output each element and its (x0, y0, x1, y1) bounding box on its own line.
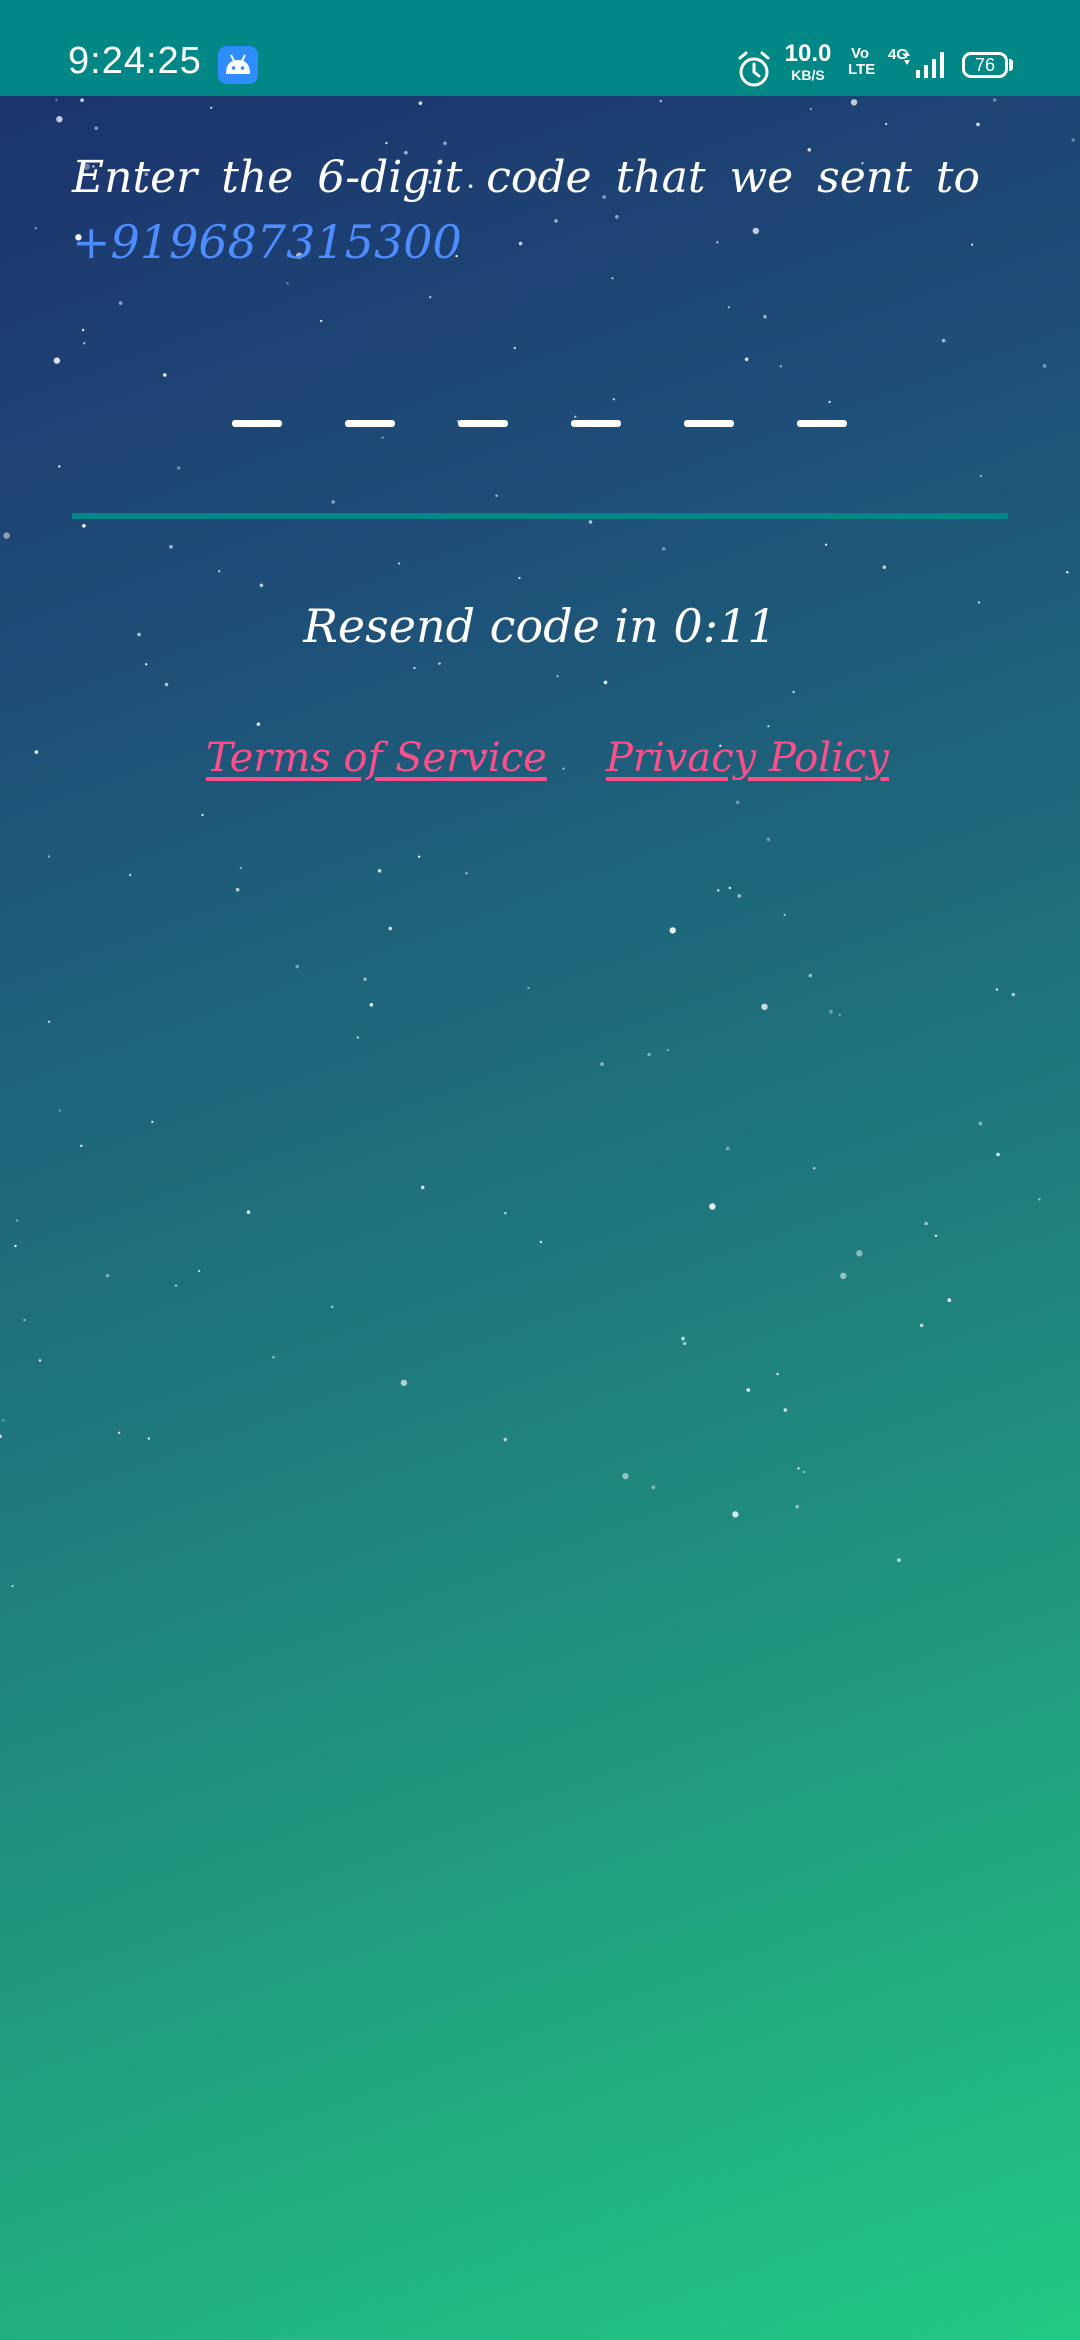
battery-tip (1009, 59, 1013, 71)
otp-code-input[interactable] (72, 380, 1008, 520)
network-speed-unit: KB/S (791, 67, 825, 83)
otp-digit-slot-3[interactable] (458, 420, 508, 427)
network-speed-value: 10.0 (784, 40, 832, 67)
otp-digit-slot-6[interactable] (797, 420, 847, 427)
battery-indicator: 76 (962, 52, 1008, 78)
status-bar: 9:24:25 10.0 KB/S Vo LTE 4G 76 (0, 0, 1080, 96)
android-icon (218, 46, 258, 84)
terms-of-service-link[interactable]: Terms of Service (206, 728, 547, 788)
starry-background (0, 98, 1076, 1588)
volte-bottom: LTE (848, 61, 876, 78)
volte-top: Vo (850, 45, 870, 62)
otp-digit-slot-4[interactable] (571, 420, 621, 427)
privacy-policy-link[interactable]: Privacy Policy (606, 728, 889, 788)
network-speed: 10.0 KB/S (780, 40, 836, 83)
status-time: 9:24:25 (68, 40, 202, 82)
otp-digit-slot-1[interactable] (232, 420, 282, 427)
code-input-underline (72, 513, 1008, 519)
code-instruction: Enter the 6-digit code that we sent to (72, 152, 980, 203)
otp-digit-slot-5[interactable] (684, 420, 734, 427)
otp-digit-slot-2[interactable] (345, 420, 395, 427)
resend-code-timer: Resend code in 0:11 (303, 599, 777, 653)
alarm-clock-icon (738, 51, 770, 87)
signal-bars-icon (904, 51, 944, 78)
phone-number: +919687315300 (72, 215, 462, 269)
volte-indicator: Vo LTE (848, 45, 876, 78)
